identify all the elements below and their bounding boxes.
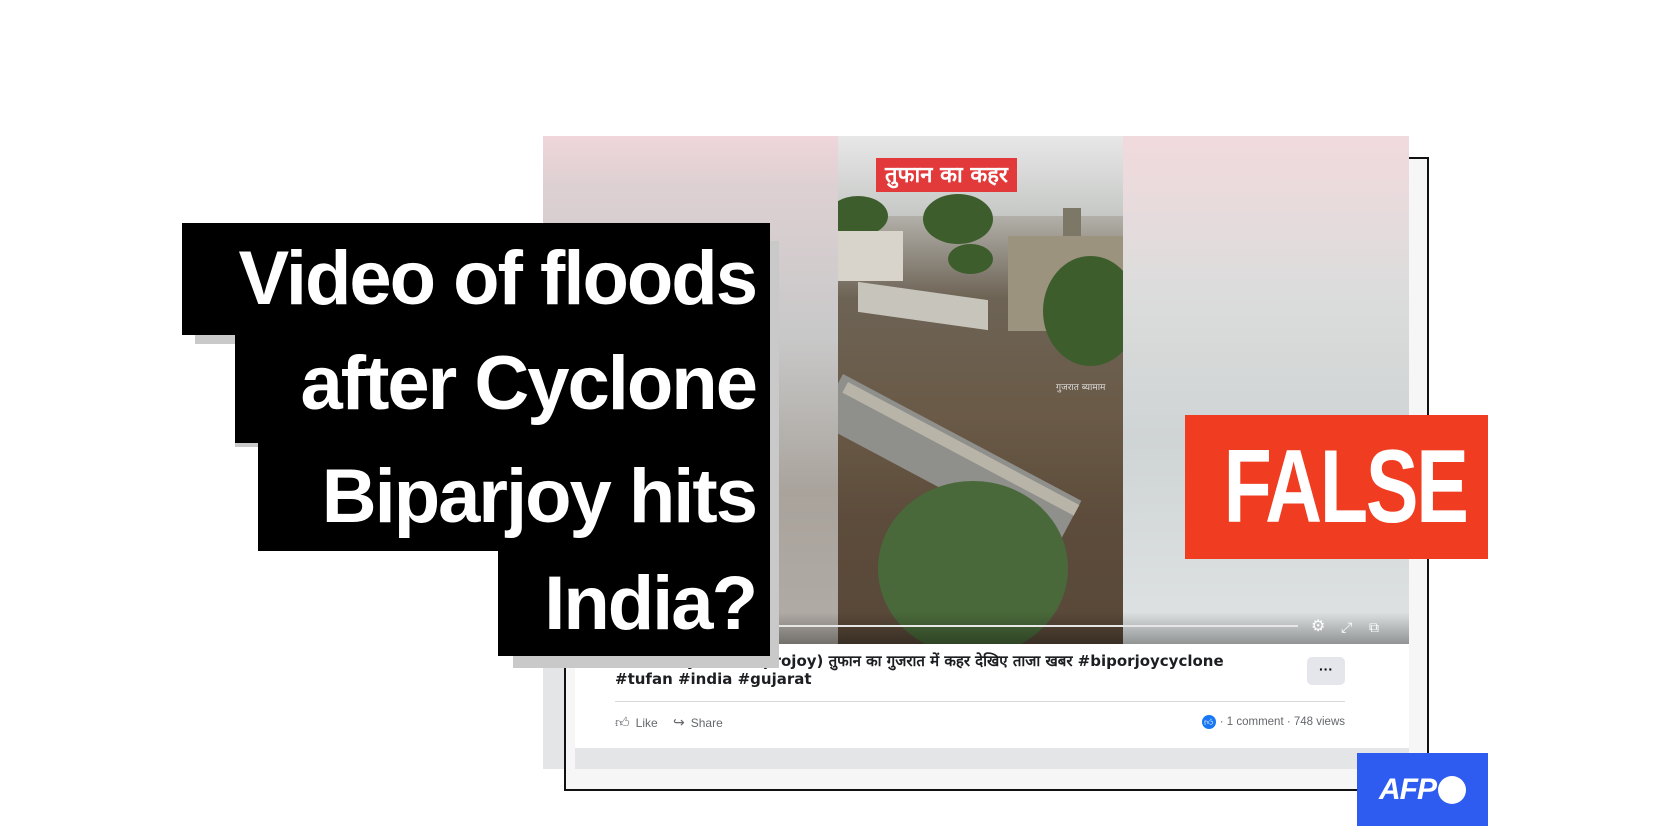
fullscreen-icon[interactable]: ⤢ (1341, 619, 1352, 635)
tree (1043, 256, 1123, 366)
headline-line-3: Biparjoy hits (258, 443, 770, 551)
like-label: Like (635, 715, 658, 730)
headline-line-4: India? (498, 551, 770, 656)
settings-icon[interactable]: ⚙ (1311, 619, 1325, 635)
afp-logo: AFP (1357, 753, 1488, 826)
stats-text[interactable]: · 1 comment · 748 views (1220, 716, 1345, 728)
house (838, 231, 903, 281)
like-button[interactable]: 👍︎ Like (615, 714, 658, 731)
video-overlay-banner: तुफान का कहर (876, 158, 1017, 192)
headline-line-2: after Cyclone (235, 325, 770, 443)
post-stats: 👍︎ · 1 comment · 748 views (1201, 715, 1345, 729)
picture-in-picture-icon[interactable]: ⧉ (1369, 619, 1379, 635)
share-label: Share (690, 715, 723, 730)
more-options-button[interactable]: ··· (1307, 657, 1345, 685)
video-blur-right (1123, 136, 1409, 644)
video-watermark: गुजरात ब्यामाम (1056, 383, 1106, 393)
afp-logo-dot-icon (1438, 775, 1466, 804)
headline-line-1: Video of floods (182, 223, 770, 335)
like-reaction-icon: 👍︎ (1201, 715, 1216, 729)
post-footer-bar (575, 748, 1409, 769)
tree (923, 194, 993, 244)
thumbs-up-icon: 👍︎ (615, 714, 630, 730)
share-button[interactable]: ↪ Share (673, 714, 723, 731)
afp-logo-text: AFP (1379, 772, 1437, 806)
divider (615, 701, 1345, 702)
progress-bar[interactable] (713, 625, 1298, 627)
video-frame: तुफान का कहर गुजरात ब्यामाम (838, 136, 1123, 644)
tree (948, 244, 993, 274)
wall (858, 281, 988, 331)
share-icon: ↪ (673, 714, 685, 730)
water-tank (1063, 208, 1081, 236)
tree (838, 196, 888, 236)
false-verdict-badge: FALSE (1185, 415, 1488, 559)
